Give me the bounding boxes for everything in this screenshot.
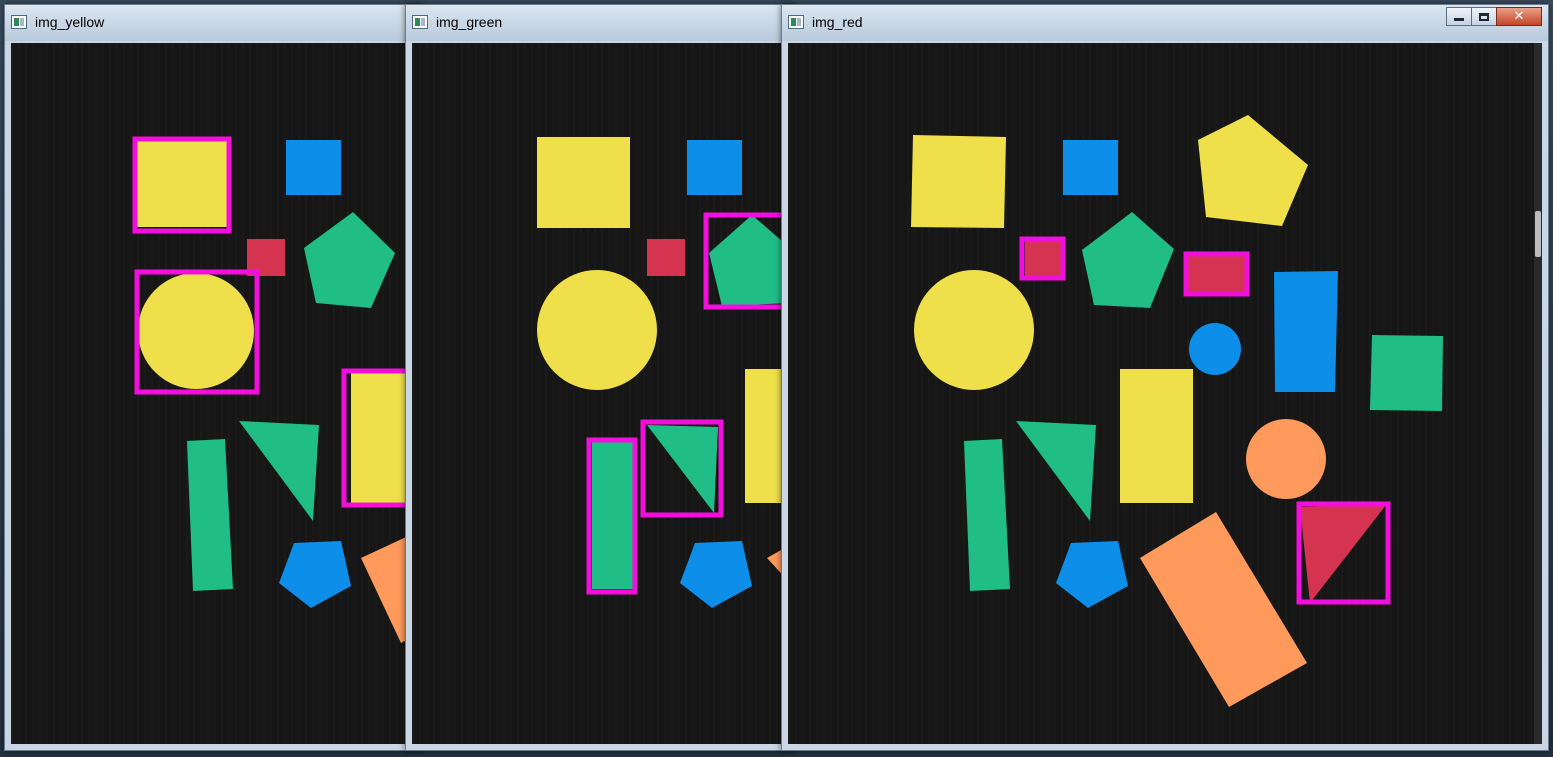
titlebar[interactable]: img_red ✕ — [782, 5, 1548, 41]
app-window-icon — [788, 15, 804, 29]
scrollbar-thumb[interactable] — [1535, 211, 1541, 257]
red-square — [647, 239, 685, 276]
yellow-rectangle — [1120, 369, 1193, 503]
window-controls: ✕ — [1446, 7, 1542, 27]
yellow-circle — [138, 273, 254, 389]
image-canvas — [11, 43, 417, 744]
window-img-red[interactable]: img_red ✕ — [781, 4, 1549, 751]
titlebar[interactable]: img_yellow — [5, 5, 423, 41]
green-triangle — [239, 421, 319, 521]
close-button[interactable]: ✕ — [1496, 7, 1542, 26]
yellow-pentagon — [1198, 115, 1308, 226]
app-window-icon — [412, 15, 428, 29]
green-pentagon — [304, 212, 395, 308]
blue-square — [286, 140, 341, 195]
green-pentagon — [1082, 212, 1174, 308]
green-square — [1370, 335, 1443, 411]
vertical-scrollbar[interactable] — [1534, 43, 1542, 744]
window-img-yellow[interactable]: img_yellow — [4, 4, 424, 751]
blue-square — [1063, 140, 1118, 195]
blue-circle — [1189, 323, 1241, 375]
green-triangle — [1016, 421, 1096, 521]
green-bar — [592, 441, 633, 589]
image-canvas — [412, 43, 788, 744]
green-triangle — [647, 425, 718, 513]
yellow-square — [911, 135, 1006, 228]
red-triangle — [1300, 505, 1386, 603]
green-bar — [964, 439, 1010, 591]
minimize-icon — [1447, 8, 1471, 25]
orange-rectangle — [1140, 512, 1307, 707]
image-canvas — [788, 43, 1542, 744]
yellow-circle — [537, 270, 657, 390]
window-title: img_green — [436, 14, 503, 30]
blue-square — [687, 140, 742, 195]
maximize-icon — [1472, 8, 1496, 25]
window-img-green[interactable]: img_green — [405, 4, 795, 751]
yellow-square — [537, 137, 630, 228]
blue-rectangle — [1274, 271, 1338, 392]
green-pentagon — [709, 215, 788, 306]
blue-pentagon — [279, 541, 351, 608]
blue-pentagon — [1056, 541, 1128, 608]
minimize-button[interactable] — [1446, 7, 1472, 26]
window-title: img_yellow — [35, 14, 105, 30]
close-icon: ✕ — [1513, 9, 1525, 24]
orange-circle — [1246, 419, 1326, 499]
titlebar[interactable]: img_green — [406, 5, 794, 41]
window-title: img_red — [812, 14, 863, 30]
maximize-button[interactable] — [1471, 7, 1497, 26]
green-bar — [187, 439, 233, 591]
red-rectangle — [1188, 256, 1246, 292]
yellow-circle — [914, 270, 1034, 390]
app-window-icon — [11, 15, 27, 29]
red-square — [1025, 240, 1062, 276]
blue-pentagon — [680, 541, 752, 608]
yellow-square — [137, 141, 227, 227]
